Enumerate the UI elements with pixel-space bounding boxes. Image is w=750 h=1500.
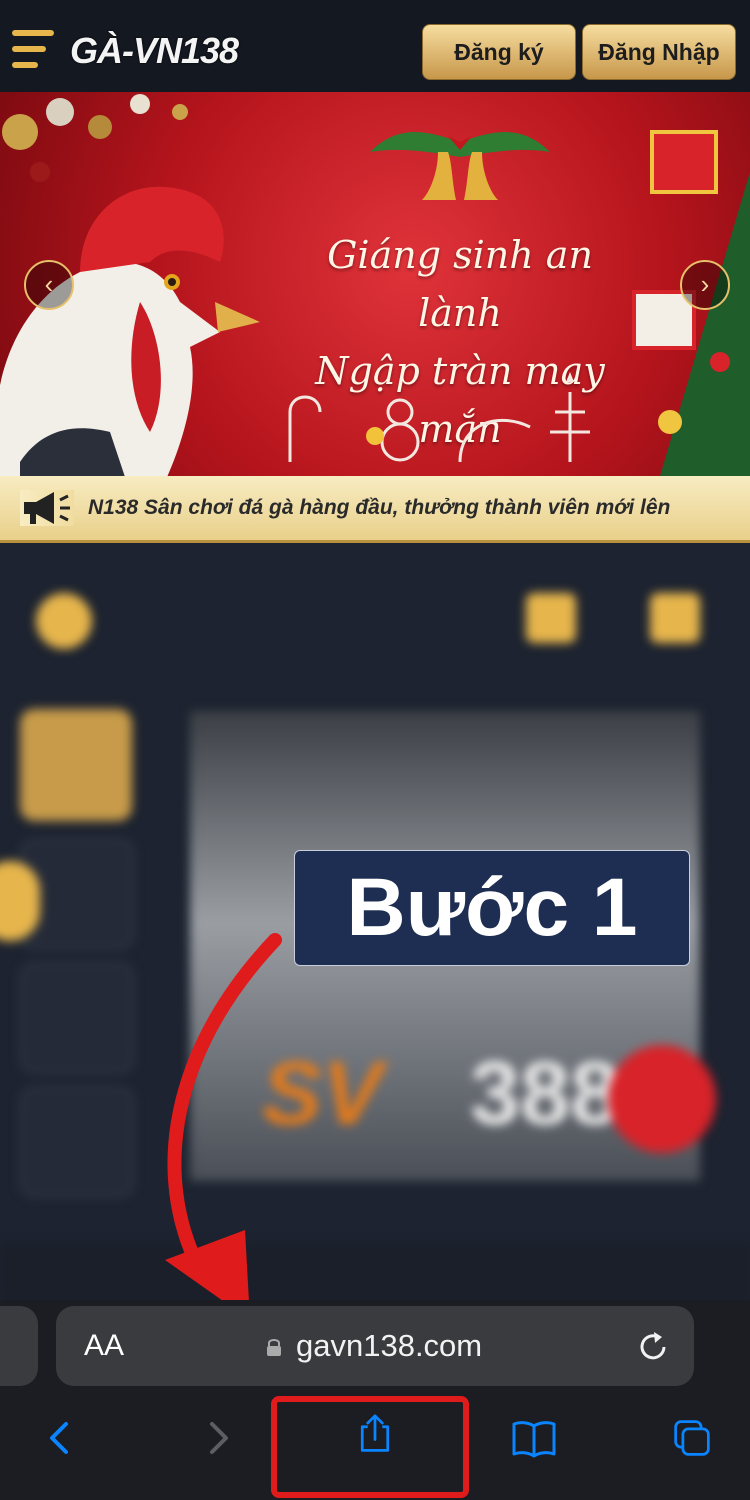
site-logo[interactable]: GÀ-VN138 (70, 22, 239, 80)
menu-icon[interactable] (12, 30, 58, 70)
chevron-right-icon: › (700, 269, 710, 299)
step-label: Bước 1 (294, 850, 690, 966)
url-text[interactable]: gavn138.com (296, 1306, 482, 1386)
christmas-decorations (288, 372, 590, 463)
forward-icon[interactable] (198, 1418, 238, 1458)
greeting-line-1: Giáng sinh an lành (327, 233, 593, 335)
ticker-text: N138 Sân chơi đá gà hàng đầu, thưởng thà… (88, 496, 671, 519)
chevron-left-icon: ‹ (44, 269, 54, 299)
banner-prev-button[interactable]: ‹ (24, 260, 74, 310)
site-header: GÀ-VN138 Đăng ký Đăng Nhập (0, 0, 750, 92)
promo-banner[interactable]: Giáng sinh an lành Ngập tràn may mắn ‹ › (0, 92, 750, 476)
address-bar[interactable]: AA gavn138.com (56, 1306, 694, 1386)
megaphone-icon (20, 490, 74, 526)
carousel-indicator[interactable] (366, 427, 384, 445)
share-highlight-box (271, 1396, 469, 1498)
back-icon[interactable] (40, 1418, 80, 1458)
login-button[interactable]: Đăng Nhập (582, 24, 736, 80)
banner-next-button[interactable]: › (680, 260, 730, 310)
bookmarks-icon[interactable] (510, 1418, 558, 1458)
lock-icon (267, 1339, 281, 1356)
previous-tab-preview[interactable] (0, 1306, 38, 1386)
announcement-ticker: N138 Sân chơi đá gà hàng đầu, thưởng thà… (0, 476, 750, 543)
reload-icon[interactable] (636, 1330, 670, 1364)
text-size-button[interactable]: AA (84, 1306, 124, 1386)
red-arrow-icon (165, 933, 282, 1320)
christmas-bells-icon (370, 132, 550, 200)
register-button[interactable]: Đăng ký (422, 24, 576, 80)
tabs-icon[interactable] (670, 1418, 714, 1458)
